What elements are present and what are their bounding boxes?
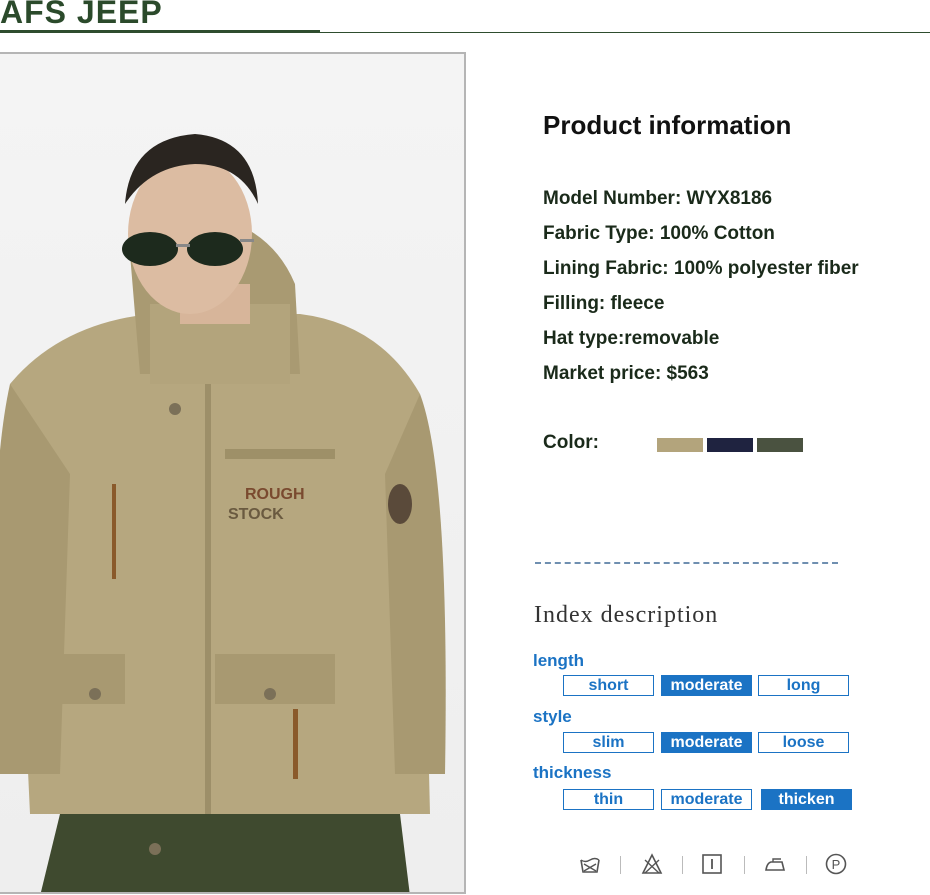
header-rule <box>0 30 320 33</box>
attr-label-style: style <box>533 707 572 726</box>
color-swatch-navy[interactable] <box>707 438 753 452</box>
color-label: Color: <box>543 432 599 453</box>
model-jacket-illustration: ROUGH STOCK <box>0 134 446 892</box>
index-description-title: Index description <box>534 602 719 628</box>
care-icon-separator <box>682 856 683 874</box>
spec-fabric-type: Fabric Type: 100% Cotton <box>543 223 775 244</box>
patch-text-1: ROUGH <box>245 486 305 503</box>
section-divider <box>535 562 838 564</box>
spec-filling: Filling: fleece <box>543 293 665 314</box>
hand-wash-icon <box>578 852 602 876</box>
thickness-option-thicken: thicken <box>761 789 852 810</box>
tumble-dry-icon <box>700 852 724 876</box>
patch-text-2: STOCK <box>228 506 284 523</box>
no-bleach-icon <box>640 852 664 876</box>
svg-text:P: P <box>832 857 841 872</box>
length-option-short: short <box>563 675 654 696</box>
spec-model-number: Model Number: WYX8186 <box>543 188 773 209</box>
thickness-option-thin: thin <box>563 789 654 810</box>
color-swatch-khaki[interactable] <box>657 438 703 452</box>
length-option-long: long <box>758 675 849 696</box>
color-swatch-army-green[interactable] <box>757 438 803 452</box>
attr-label-length: length <box>533 651 584 670</box>
care-icon-separator <box>620 856 621 874</box>
care-icon-separator <box>806 856 807 874</box>
care-icon-separator <box>744 856 745 874</box>
product-photo: ROUGH STOCK <box>0 52 466 894</box>
spec-market-price: Market price: $563 <box>543 363 709 384</box>
style-option-moderate: moderate <box>661 732 752 753</box>
attr-label-thickness: thickness <box>533 763 612 782</box>
spec-hat-type: Hat type:removable <box>543 328 720 349</box>
length-option-moderate: moderate <box>661 675 752 696</box>
brand-logo: AFS JEEP <box>0 0 163 30</box>
style-option-loose: loose <box>758 732 849 753</box>
thickness-option-moderate: moderate <box>661 789 752 810</box>
spec-lining-fabric: Lining Fabric: 100% polyester fiber <box>543 258 859 279</box>
iron-icon <box>763 852 787 876</box>
product-info-title: Product information <box>543 110 792 140</box>
dry-clean-icon: P <box>824 852 848 876</box>
style-option-slim: slim <box>563 732 654 753</box>
header-rule-thin <box>320 32 930 33</box>
